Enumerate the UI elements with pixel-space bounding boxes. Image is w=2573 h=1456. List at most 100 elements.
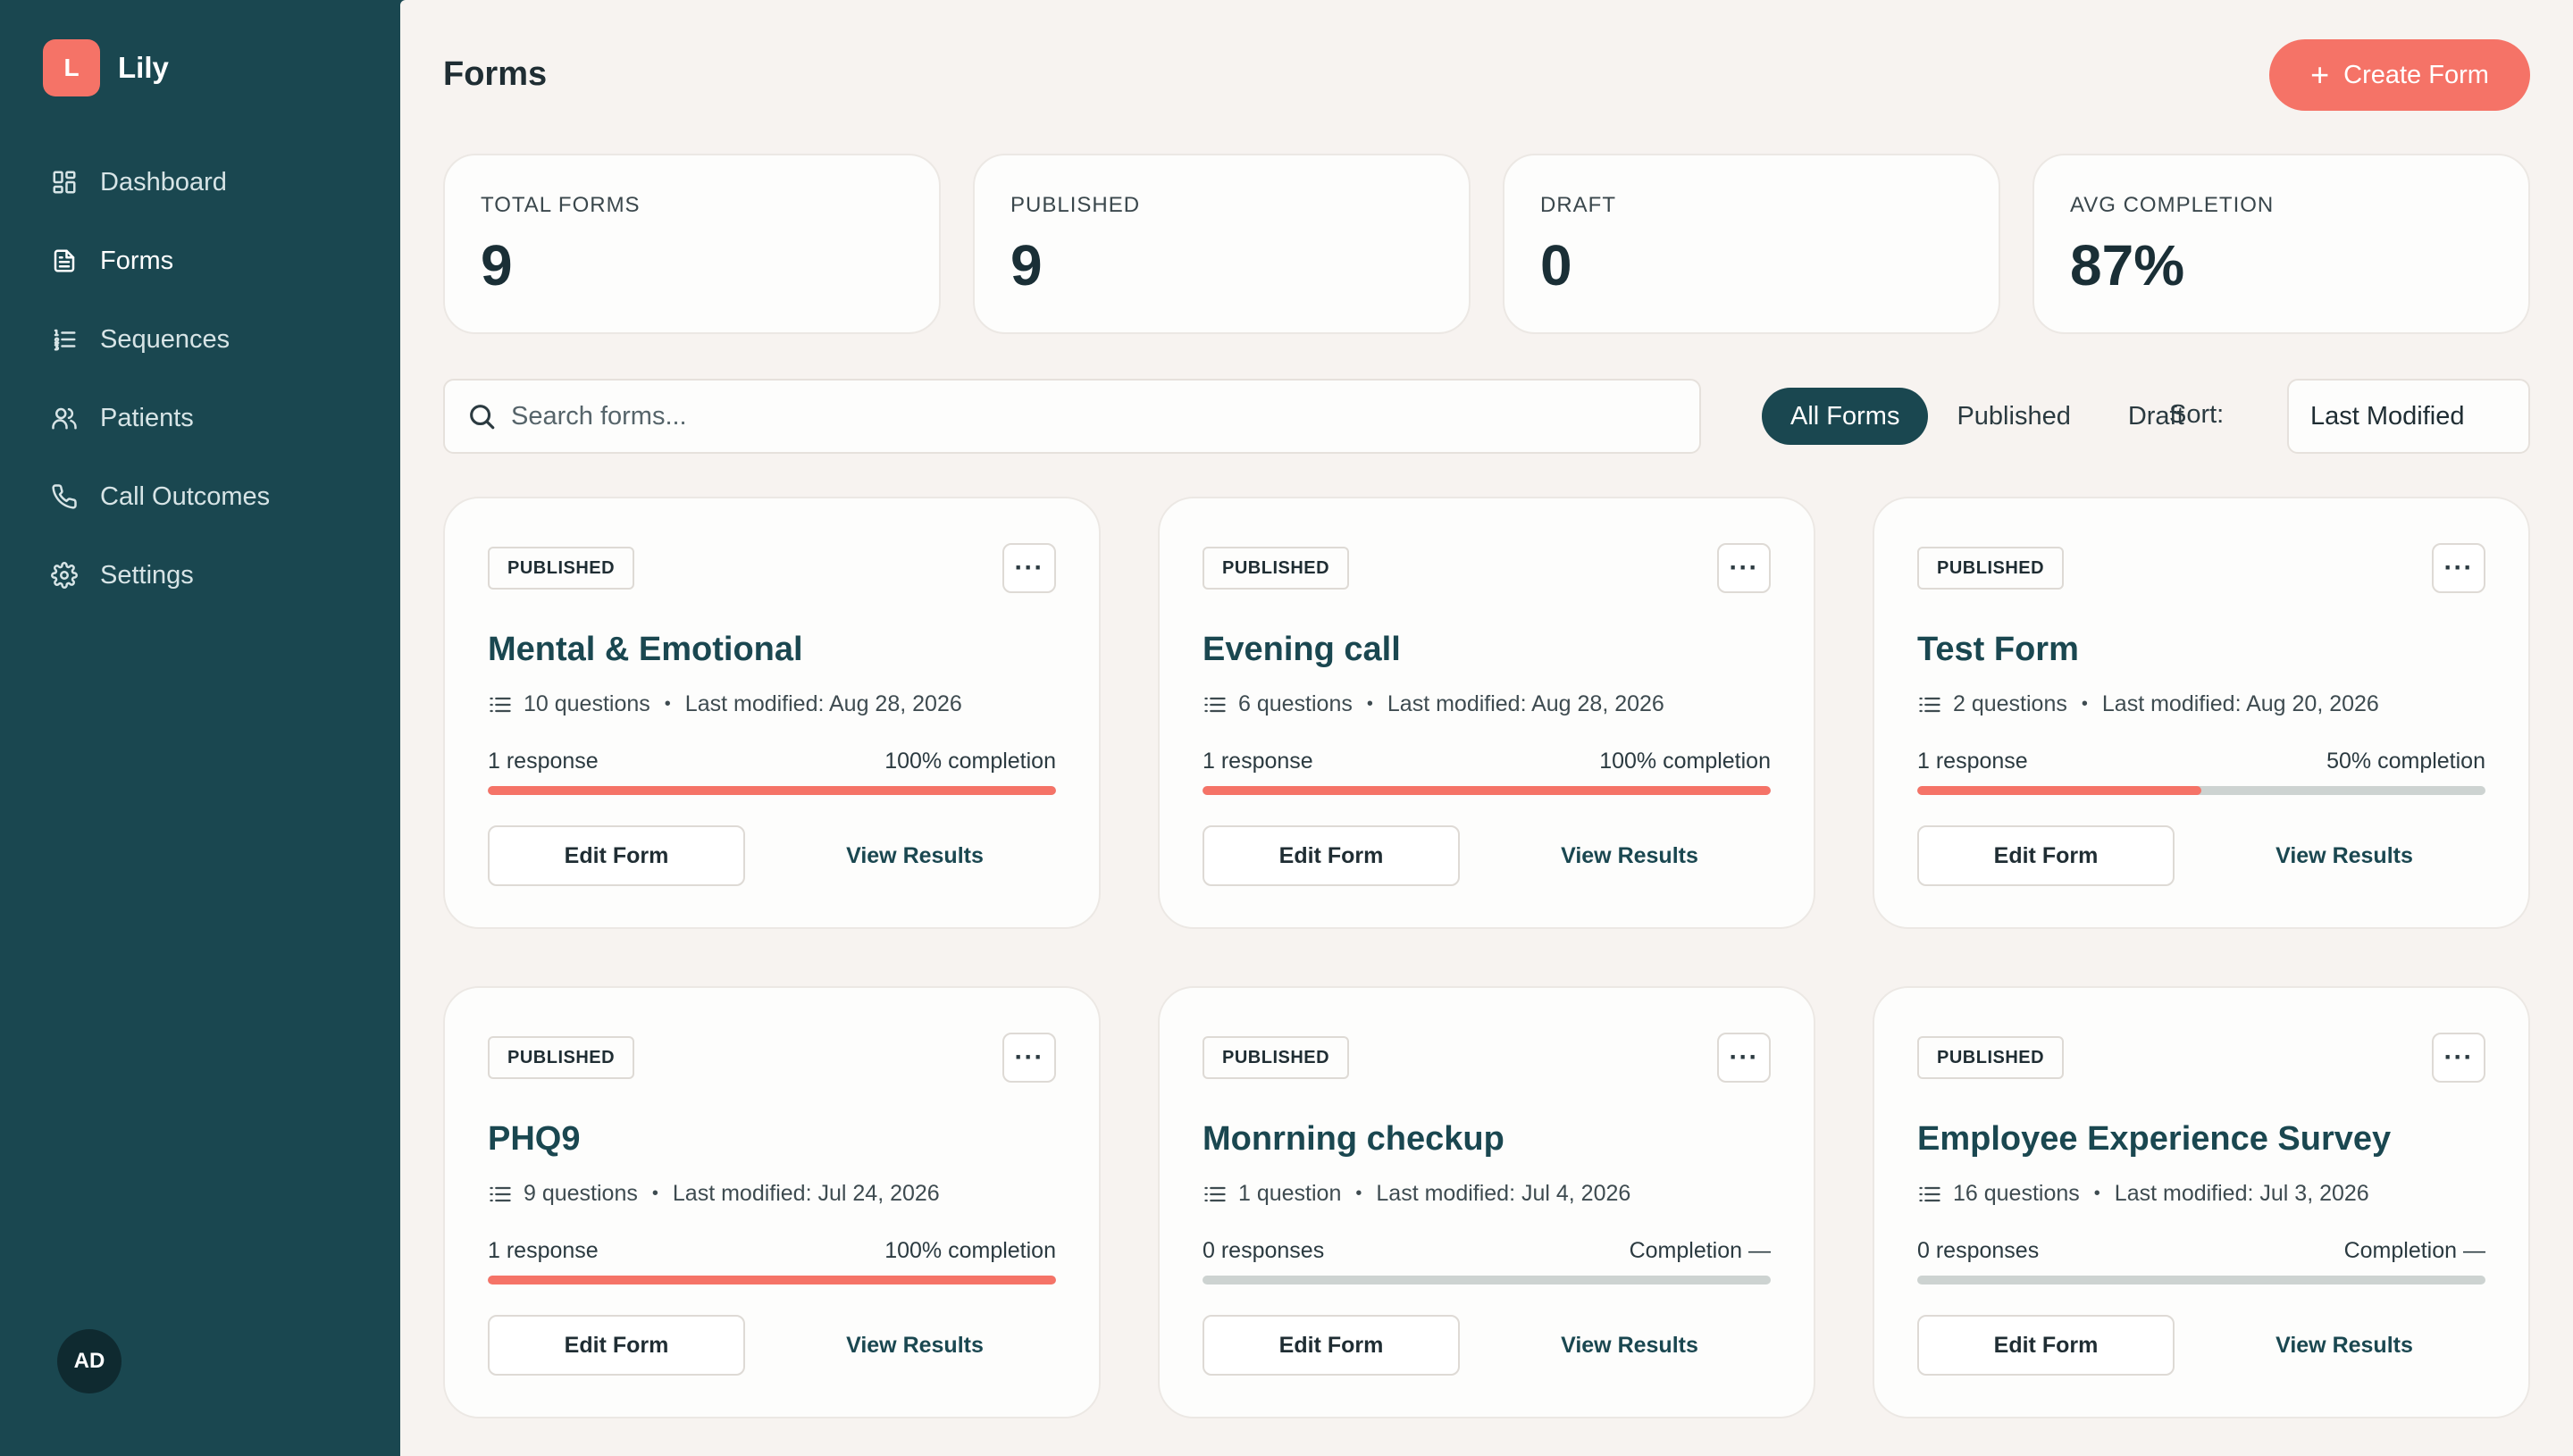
stat-label: TOTAL FORMS [481,193,641,217]
form-title[interactable]: Monrning checkup [1203,1120,1504,1159]
response-row: 1 response 100% completion [488,1238,1056,1264]
response-row: 1 response 50% completion [1917,749,2485,774]
form-card: PUBLISHED ··· Employee Experience Survey… [1873,986,2530,1418]
sidebar-item-call-outcomes[interactable]: Call Outcomes [0,457,400,536]
sidebar-item-forms[interactable]: Forms [0,222,400,300]
edit-form-button[interactable]: Edit Form [1203,1315,1460,1376]
last-modified: Last modified: Aug 20, 2026 [2101,691,2379,716]
view-results-button[interactable]: View Results [1501,825,1758,886]
sidebar-item-label: Dashboard [100,167,227,197]
sidebar-item-sequences[interactable]: Sequences [0,300,400,379]
edit-form-button[interactable]: Edit Form [1917,825,2175,886]
view-results-button[interactable]: View Results [1501,1315,1758,1376]
response-count: 1 response [488,749,599,774]
more-options-button[interactable]: ··· [2432,543,2485,593]
create-form-button[interactable]: + Create Form [2269,39,2530,111]
status-badge: PUBLISHED [488,547,635,590]
completion-text: 100% completion [884,749,1056,774]
completion-text: Completion — [2343,1238,2485,1263]
list-numbered-icon [50,325,79,354]
form-card: PUBLISHED ··· Test Form 2 questions • La… [1873,497,2530,929]
question-count: 2 questions [1953,691,2067,716]
view-results-button[interactable]: View Results [786,825,1043,886]
brand-logo: L [43,39,100,96]
form-title[interactable]: Test Form [1917,631,2079,669]
last-modified: Last modified: Aug 28, 2026 [1387,691,1664,716]
dashboard-icon [50,168,79,197]
separator-dot: • [1366,694,1373,714]
user-avatar[interactable]: AD [57,1329,122,1393]
question-count: 1 question [1238,1181,1342,1206]
sort-label: Sort: [2169,400,2225,429]
sidebar-item-patients[interactable]: Patients [0,379,400,457]
form-title[interactable]: Employee Experience Survey [1917,1120,2391,1159]
response-count: 0 responses [1203,1238,1325,1263]
main-content: Forms + Create Form TOTAL FORMS 9 PUBLIS… [400,0,2573,1456]
ellipsis-icon: ··· [1014,553,1044,582]
stat-value: 9 [481,233,513,297]
more-options-button[interactable]: ··· [1002,1033,1056,1083]
response-row: 1 response 100% completion [1203,749,1771,774]
brand[interactable]: L Lily [43,39,169,96]
response-row: 0 responses Completion — [1917,1238,2485,1264]
separator-dot: • [651,1184,658,1203]
ellipsis-icon: ··· [1729,553,1759,582]
ellipsis-icon: ··· [2443,1042,2474,1072]
form-title[interactable]: Evening call [1203,631,1401,669]
sort-select[interactable]: Last Modified [2287,379,2530,454]
completion-text: Completion — [1629,1238,1771,1263]
create-form-label: Create Form [2343,60,2489,89]
sidebar-item-dashboard[interactable]: Dashboard [0,143,400,222]
more-options-button[interactable]: ··· [1717,543,1771,593]
status-badge: PUBLISHED [1203,547,1350,590]
stat-card-avg-completion: AVG COMPLETION 87% [2032,154,2530,334]
status-badge: PUBLISHED [488,1036,635,1079]
separator-dot: • [1355,1184,1362,1203]
response-count: 1 response [1203,749,1313,774]
completion-bar-fill [488,1276,1056,1284]
form-meta: 2 questions • Last modified: Aug 20, 202… [1917,691,2379,717]
status-badge: PUBLISHED [1917,547,2065,590]
edit-form-button[interactable]: Edit Form [488,825,745,886]
separator-dot: • [664,694,671,714]
tab-published[interactable]: Published [1928,388,2099,445]
last-modified: Last modified: Aug 28, 2026 [684,691,962,716]
stat-card-draft: DRAFT 0 [1503,154,2000,334]
question-count: 9 questions [524,1181,638,1206]
more-options-button[interactable]: ··· [1002,543,1056,593]
sidebar-item-label: Settings [100,560,194,590]
response-count: 1 response [488,1238,599,1263]
form-card: PUBLISHED ··· PHQ9 9 questions • Last mo… [443,986,1101,1418]
question-count: 10 questions [524,691,650,716]
form-title[interactable]: Mental & Emotional [488,631,803,669]
forms-grid: PUBLISHED ··· Mental & Emotional 10 ques… [443,497,2530,1418]
edit-form-button[interactable]: Edit Form [488,1315,745,1376]
sidebar-item-settings[interactable]: Settings [0,536,400,615]
tab-all-forms[interactable]: All Forms [1762,388,1929,445]
ellipsis-icon: ··· [1729,1042,1759,1072]
form-card: PUBLISHED ··· Monrning checkup 1 questio… [1158,986,1815,1418]
sidebar-item-label: Forms [100,246,174,275]
search-box[interactable] [443,379,1701,454]
edit-form-button[interactable]: Edit Form [1203,825,1460,886]
view-results-button[interactable]: View Results [2216,1315,2473,1376]
form-card: PUBLISHED ··· Mental & Emotional 10 ques… [443,497,1101,929]
view-results-button[interactable]: View Results [2216,825,2473,886]
completion-text: 100% completion [1599,749,1771,774]
form-title[interactable]: PHQ9 [488,1120,580,1159]
search-icon [470,405,495,430]
view-results-button[interactable]: View Results [786,1315,1043,1376]
form-meta: 16 questions • Last modified: Jul 3, 202… [1917,1181,2369,1207]
completion-bar-fill [1917,786,2201,795]
stat-label: PUBLISHED [1010,193,1141,217]
completion-bar [488,1276,1056,1284]
list-icon [1919,1186,1940,1201]
response-count: 0 responses [1917,1238,2040,1263]
ellipsis-icon: ··· [2443,553,2474,582]
stat-card-published: PUBLISHED 9 [973,154,1471,334]
edit-form-button[interactable]: Edit Form [1917,1315,2175,1376]
filter-tabs: All Forms Published Draft [1762,388,2213,445]
more-options-button[interactable]: ··· [1717,1033,1771,1083]
more-options-button[interactable]: ··· [2432,1033,2485,1083]
search-input[interactable] [511,401,1672,431]
